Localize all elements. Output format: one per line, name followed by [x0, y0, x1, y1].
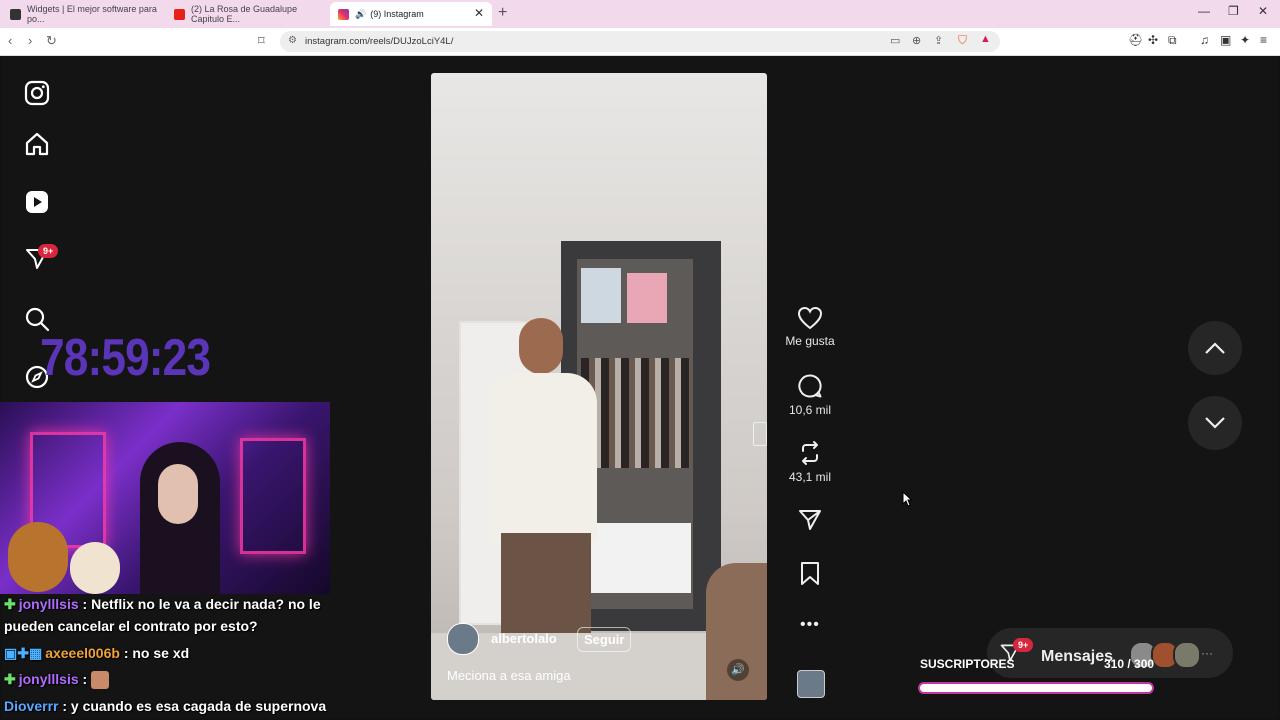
instagram-logo-icon[interactable] [24, 80, 50, 106]
forward-icon[interactable]: › [28, 33, 32, 48]
chat-message: ✚ jonylllsis : [4, 671, 110, 690]
messages-label: Mensajes [1041, 648, 1114, 665]
reels-icon[interactable] [24, 189, 50, 215]
chat-text: : Netflix no le va a decir nada? no le [82, 596, 321, 612]
leo-ai-icon[interactable]: ✦ [1240, 33, 1250, 47]
audio-thumbnail[interactable] [797, 670, 825, 698]
sub-badge-icon: ✚ [4, 596, 16, 612]
new-tab-button[interactable]: + [498, 4, 507, 22]
mute-icon[interactable]: 🔊 [727, 659, 749, 681]
chat-text: : no se xd [123, 645, 190, 661]
follow-button[interactable]: Seguir [577, 627, 632, 652]
like-button[interactable]: Me gusta [785, 306, 835, 348]
messages-badge: 9+ [1013, 638, 1034, 652]
browser-tab-bar: Widgets | El mejor software para po... (… [0, 0, 1280, 28]
bookmark-icon[interactable]: ⌑ [258, 33, 265, 49]
chat-message: ✚ jonylllsis : Netflix no le va a decir n… [4, 596, 321, 613]
tab-label: (9) Instagram [370, 9, 424, 19]
save-icon[interactable] [799, 561, 821, 587]
chat-username: axeeel006b [45, 645, 120, 661]
subscribers-label: SUSCRIPTORES [920, 657, 1015, 671]
brave-rewards-icon[interactable]: ▲ [980, 33, 991, 45]
emote-icon [91, 671, 110, 690]
chat-text: : [82, 671, 88, 687]
reposts-count: 43,1 mil [788, 470, 832, 484]
tab-widgets[interactable]: Widgets | El mejor software para po... [2, 2, 166, 26]
reel-username[interactable]: albertolalo [491, 631, 557, 646]
site-info-icon[interactable]: ⚙ [288, 35, 297, 46]
previous-reel-button[interactable] [1188, 321, 1242, 375]
stream-timer: 78:59:23 [40, 329, 211, 387]
tab-instagram[interactable]: 🔊 (9) Instagram ✕ [330, 2, 492, 26]
comment-icon [798, 374, 822, 398]
puzzle-icon[interactable]: ✣ [1148, 33, 1158, 47]
url-text[interactable]: instagram.com/reels/DUJzoLciY4L/ [305, 36, 453, 47]
wallet-icon[interactable]: ▣ [1220, 33, 1231, 47]
notifications-badge: 9+ [38, 244, 59, 258]
tab-youtube[interactable]: (2) La Rosa de Guadalupe Capitulo E... [166, 2, 328, 26]
messages-more-icon: ··· [1201, 646, 1213, 660]
next-reel-button[interactable] [1188, 396, 1242, 450]
share-icon[interactable] [797, 507, 823, 533]
maximize-button[interactable]: ❐ [1228, 4, 1239, 18]
home-icon[interactable] [24, 131, 50, 157]
badges-icon: ▣✚▦ [4, 645, 43, 661]
tab-label: (2) La Rosa de Guadalupe Capitulo E... [191, 4, 298, 24]
reload-icon[interactable]: ↻ [46, 33, 57, 49]
sub-badge-icon: ✚ [4, 671, 16, 687]
media-icon[interactable]: ♫ [1200, 33, 1209, 47]
cast-icon[interactable]: ▭ [890, 34, 900, 47]
webcam-feed [0, 402, 330, 594]
close-window-button[interactable]: ✕ [1258, 4, 1268, 18]
comments-count: 10,6 mil [788, 403, 832, 417]
brave-shield-icon[interactable]: ⛉ [958, 33, 967, 48]
reel-video[interactable]: albertolalo Seguir Meciona a esa amiga 🔊 [431, 73, 767, 700]
screenshot-icon[interactable]: ⧉ [1168, 33, 1177, 48]
heart-icon [797, 306, 823, 330]
browser-toolbar: ‹ › ↻ ⌑ ⚙ instagram.com/reels/DUJzoLciY4… [0, 28, 1280, 56]
more-options-icon[interactable]: ••• [800, 616, 820, 634]
repost-button[interactable]: 43,1 mil [785, 440, 835, 484]
chat-message: Dioverrr : y cuando es esa cagada de sup… [4, 698, 326, 714]
reel-caption: Meciona a esa amiga [447, 668, 571, 683]
mouse-cursor-icon [902, 491, 912, 507]
video-scrubber-handle[interactable] [753, 422, 767, 446]
menu-icon[interactable]: ≡ [1260, 33, 1267, 47]
chat-username: jonylllsis [18, 671, 79, 687]
avatar [1173, 641, 1201, 669]
extension-icon[interactable]: ⛑ [1128, 33, 1143, 47]
chat-message: ▣✚▦ axeeel006b : no se xd [4, 645, 189, 662]
share-icon[interactable]: ⇪ [934, 34, 943, 47]
comment-button[interactable]: 10,6 mil [785, 373, 835, 417]
like-label: Me gusta [785, 334, 835, 348]
zoom-icon[interactable]: ⊕ [912, 34, 921, 47]
close-tab-icon[interactable]: ✕ [474, 6, 484, 20]
chat-username: Dioverrr [4, 698, 59, 714]
subscribers-progress-bar [918, 682, 1154, 694]
chat-message-continued: pueden cancelar el contrato por esto? [4, 618, 258, 634]
repost-icon [802, 441, 818, 465]
minimize-button[interactable]: — [1198, 4, 1210, 18]
tab-label: Widgets | El mejor software para po... [27, 4, 157, 24]
instagram-favicon-icon [338, 8, 349, 20]
widgets-favicon-icon [10, 8, 21, 20]
youtube-favicon-icon [174, 8, 185, 20]
user-avatar[interactable] [447, 623, 479, 655]
address-bar[interactable]: ⚙ instagram.com/reels/DUJzoLciY4L/ ▭ ⊕ ⇪… [280, 31, 1000, 52]
chat-text: : y cuando es esa cagada de supernova [62, 698, 327, 714]
chat-username: jonylllsis [18, 596, 79, 612]
chevron-down-icon [1205, 417, 1225, 429]
speaker-icon[interactable]: 🔊 [355, 9, 366, 20]
subscribers-count: 310 / 300 [1104, 657, 1155, 671]
back-icon[interactable]: ‹ [8, 33, 12, 48]
chevron-up-icon [1205, 342, 1225, 354]
